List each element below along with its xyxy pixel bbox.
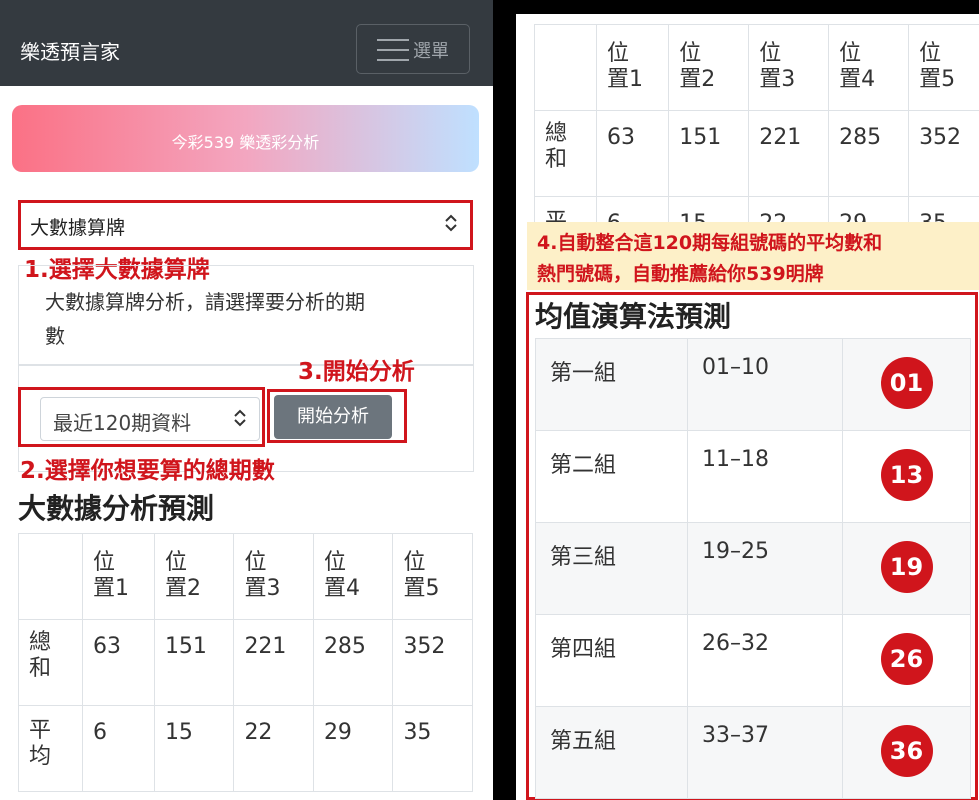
header-cell: 位置4 <box>312 533 394 620</box>
table-row: 第三組 19–25 19 <box>535 522 971 615</box>
method-select[interactable]: 大數據算牌 <box>22 204 469 246</box>
header-cell: 位置2 <box>153 533 235 620</box>
header-cell: 位置5 <box>908 24 979 111</box>
lucky-number-ball: 13 <box>880 449 933 501</box>
table-header-row: 位置1 位置2 位置3 位置4 位置5 <box>534 24 979 111</box>
annotation-step4: 4.自動整合這120期每組號碼的平均數和 熱門號碼，自動推薦給你539明牌 <box>527 222 979 290</box>
table-cell: 29 <box>312 705 394 792</box>
lucky-number-ball: 26 <box>880 633 933 685</box>
table-cell: 285 <box>312 619 394 706</box>
intro-card: 大數據算牌分析，請選擇要分析的期 數 <box>18 265 474 365</box>
table-cell: 285 <box>828 110 910 197</box>
table-header-row: 位置1 位置2 位置3 位置4 位置5 <box>18 533 473 620</box>
group-name: 第二組 <box>535 430 688 523</box>
intro-text-line2: 數 <box>45 324 65 348</box>
header-cell: 位置3 <box>233 533 314 620</box>
navbar: 樂透預言家 選單 <box>0 0 493 86</box>
intro-text-line1: 大數據算牌分析，請選擇要分析的期 <box>45 290 365 314</box>
group-name: 第四組 <box>535 614 688 707</box>
table-cell: 63 <box>82 619 155 706</box>
header-cell: 位置1 <box>595 24 670 111</box>
page-banner: 今彩539 樂透彩分析 <box>12 105 479 172</box>
table-cell: 352 <box>392 619 473 706</box>
table-row: 第五組 33–37 36 <box>535 706 971 799</box>
table-cell: 35 <box>392 705 473 792</box>
lucky-number-ball: 19 <box>880 541 933 593</box>
chevron-updown-icon <box>444 212 458 238</box>
table-row: 總和 63 151 221 285 352 <box>534 110 979 197</box>
annotation-step3: 3.開始分析 <box>298 359 415 385</box>
period-select-value: 最近120期資料 <box>53 411 192 435</box>
lucky-number-ball: 36 <box>880 725 933 777</box>
group-range: 01–10 <box>687 338 843 431</box>
method-select-value: 大數據算牌 <box>30 217 126 239</box>
prediction-title: 均值演算法預測 <box>535 300 732 333</box>
header-cell: 位置5 <box>392 533 473 620</box>
lucky-number-ball: 01 <box>880 357 933 409</box>
table-row: 第二組 11–18 13 <box>535 430 971 523</box>
header-cell: 位置1 <box>82 533 155 620</box>
table-cell: 22 <box>233 705 314 792</box>
group-range: 19–25 <box>687 522 843 615</box>
header-cell: 位置3 <box>748 24 830 111</box>
table-cell: 63 <box>595 110 670 197</box>
table-cell: 15 <box>153 705 235 792</box>
chevron-updown-icon <box>233 407 247 433</box>
table-cell: 151 <box>668 110 750 197</box>
annotation-step4-line1: 4.自動整合這120期每組號碼的平均數和 <box>537 232 883 254</box>
table-row: 第四組 26–32 26 <box>535 614 971 707</box>
analysis-title: 大數據分析預測 <box>18 492 215 525</box>
table-cell: 352 <box>908 110 979 197</box>
site-brand[interactable]: 樂透預言家 <box>20 36 120 65</box>
table-row: 平均 6 15 22 29 35 <box>18 705 473 792</box>
group-range: 33–37 <box>687 706 843 799</box>
analysis-table: 位置1 位置2 位置3 位置4 位置5 總和 63 151 221 285 35… <box>18 533 473 792</box>
group-name: 第一組 <box>535 338 688 431</box>
header-cell: 位置4 <box>828 24 910 111</box>
menu-label: 選單 <box>413 41 449 62</box>
row-label: 總和 <box>534 110 597 197</box>
table-row: 總和 63 151 221 285 352 <box>18 619 473 706</box>
table-cell: 221 <box>748 110 830 197</box>
group-range: 11–18 <box>687 430 843 523</box>
table-cell: 151 <box>153 619 235 706</box>
hamburger-icon <box>377 39 409 61</box>
annotation-step4-line2: 熱門號碼，自動推薦給你539明牌 <box>537 263 824 285</box>
table-row: 第一組 01–10 01 <box>535 338 971 431</box>
menu-button[interactable]: 選單 <box>356 24 470 74</box>
table-cell: 6 <box>82 705 155 792</box>
period-select[interactable]: 最近120期資料 <box>40 397 260 441</box>
group-range: 26–32 <box>687 614 843 707</box>
row-label: 總和 <box>18 619 83 706</box>
header-cell: 位置2 <box>668 24 750 111</box>
left-screenshot: 樂透預言家 選單 今彩539 樂透彩分析 大數據算牌 1.選擇大數據算牌 大數據… <box>0 0 493 800</box>
start-analysis-button[interactable]: 開始分析 <box>274 395 392 439</box>
row-label: 平均 <box>18 705 83 792</box>
group-name: 第三組 <box>535 522 688 615</box>
group-name: 第五組 <box>535 706 688 799</box>
prediction-table: 第一組 01–10 01 第二組 11–18 13 第三組 19–25 19 第… <box>535 338 971 799</box>
annotation-step2: 2.選擇你想要算的總期數 <box>20 458 275 484</box>
banner-text: 今彩539 樂透彩分析 <box>171 133 320 152</box>
table-cell: 221 <box>233 619 314 706</box>
